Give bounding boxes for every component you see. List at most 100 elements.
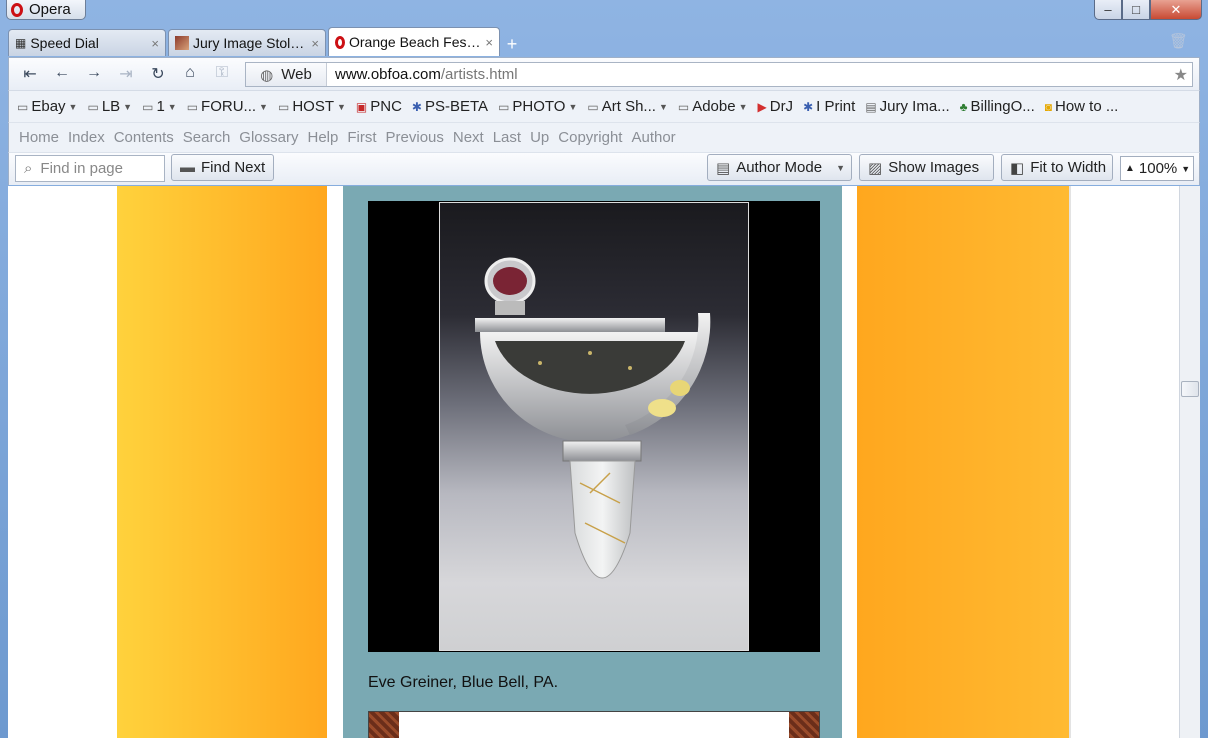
- bookmark-label: PS-BETA: [424, 98, 489, 115]
- chevron-down-icon[interactable]: ▼: [337, 102, 346, 112]
- page-icon: ▤: [865, 99, 877, 114]
- tab-orange-beach[interactable]: Orange Beach Fest... ×: [328, 27, 500, 56]
- bookmark-item[interactable]: ▶ DrJ: [758, 98, 794, 115]
- rewind-icon[interactable]: ⇤: [19, 64, 41, 84]
- cup-icon: ◙: [1044, 99, 1052, 114]
- chevron-down-icon[interactable]: ▼: [123, 102, 132, 112]
- next-artwork-photo[interactable]: [368, 711, 820, 738]
- artwork-photo[interactable]: [368, 201, 820, 652]
- address-field[interactable]: ◍ Web www.obfoa.com/artists.html ★: [245, 62, 1193, 87]
- vertical-scrollbar[interactable]: [1179, 186, 1200, 738]
- tab-close-icon[interactable]: ×: [485, 35, 493, 50]
- nav-link-glossary[interactable]: Glossary: [239, 129, 298, 146]
- fit-to-width-button[interactable]: ◧ Fit to Width: [1001, 154, 1113, 181]
- nav-link-up[interactable]: Up: [530, 129, 549, 146]
- bookmark-star-icon[interactable]: ★: [1174, 65, 1192, 85]
- key-icon[interactable]: ⚿: [211, 64, 233, 84]
- chevron-down-icon[interactable]: ▼: [568, 102, 577, 112]
- bookmark-item[interactable]: ▭ PHOTO ▼: [498, 98, 577, 115]
- chevron-down-icon[interactable]: ▼: [659, 102, 668, 112]
- fast-forward-icon[interactable]: ⇥: [115, 64, 137, 84]
- folder-icon: ▭: [498, 99, 510, 114]
- forward-icon[interactable]: →: [83, 64, 105, 84]
- bookmark-item[interactable]: ▭ Art Sh... ▼: [587, 98, 667, 115]
- bookmark-label: FORU...: [201, 98, 257, 115]
- home-icon[interactable]: ⌂: [179, 64, 201, 84]
- find-placeholder: Find in page: [40, 160, 123, 177]
- bookmark-label: Jury Ima...: [879, 98, 950, 115]
- tab-jury-image[interactable]: Jury Image Stolen ... ×: [168, 29, 326, 56]
- nav-link-previous[interactable]: Previous: [386, 129, 444, 146]
- bookmark-item[interactable]: ▭ Ebay ▼: [17, 98, 77, 115]
- bookmark-item[interactable]: ▭ FORU... ▼: [187, 98, 268, 115]
- bookmark-item[interactable]: ♣ BillingO...: [960, 98, 1035, 115]
- new-tab-button[interactable]: +: [502, 32, 522, 56]
- chevron-down-icon[interactable]: ▼: [69, 102, 78, 112]
- author-mode-button[interactable]: ▤ Author Mode ▼: [707, 154, 852, 181]
- bookmark-item[interactable]: ▤ Jury Ima...: [865, 98, 949, 115]
- maximize-button[interactable]: □: [1122, 0, 1150, 20]
- bookmark-item[interactable]: ▭ HOST ▼: [278, 98, 346, 115]
- bookmark-item[interactable]: ▭ 1 ▼: [142, 98, 177, 115]
- bookmark-label: BillingO...: [970, 98, 1035, 115]
- nav-link-index[interactable]: Index: [68, 129, 105, 146]
- bookmark-item[interactable]: ✱ PS-BETA: [412, 98, 488, 115]
- find-next-label: Find Next: [201, 159, 266, 176]
- scrollbar-thumb[interactable]: [1181, 381, 1199, 397]
- folder-icon: ▭: [186, 99, 199, 114]
- folder-icon: ▭: [17, 99, 29, 114]
- bookmark-label: PHOTO: [512, 98, 566, 115]
- bookmark-label: Adobe: [692, 98, 736, 115]
- nav-link-search[interactable]: Search: [183, 129, 231, 146]
- fit-width-icon: ◧: [1010, 159, 1025, 177]
- document-icon: ▤: [716, 159, 731, 177]
- bookmark-item[interactable]: ▣ PNC: [356, 98, 402, 115]
- back-icon[interactable]: ←: [51, 64, 73, 84]
- page-viewport: Eve Greiner, Blue Bell, PA.: [8, 186, 1179, 738]
- bookmark-label: DrJ: [769, 98, 794, 115]
- find-in-page-input[interactable]: ⌕ Find in page: [15, 155, 165, 182]
- nav-link-copyright[interactable]: Copyright: [558, 129, 622, 146]
- close-window-button[interactable]: ✕: [1150, 0, 1202, 20]
- bookmark-label: I Print: [816, 98, 856, 115]
- web-security-button[interactable]: ◍ Web: [246, 63, 327, 86]
- right-orange-panel: [857, 186, 1069, 738]
- find-next-button[interactable]: ▬ Find Next: [171, 154, 275, 181]
- nav-link-author[interactable]: Author: [631, 129, 675, 146]
- chevron-down-icon[interactable]: ▼: [259, 102, 268, 112]
- minimize-button[interactable]: –: [1094, 0, 1122, 20]
- tab-speed-dial[interactable]: ▦ Speed Dial ×: [8, 29, 166, 56]
- trash-icon[interactable]: 🗑: [1169, 32, 1188, 50]
- artist-caption: Eve Greiner, Blue Bell, PA.: [368, 674, 559, 691]
- opera-menu-button[interactable]: Opera: [6, 0, 86, 20]
- chevron-down-icon[interactable]: ▼: [168, 102, 177, 112]
- bead-chain-right: [789, 712, 819, 738]
- tab-close-icon[interactable]: ×: [311, 36, 319, 51]
- nav-link-contents[interactable]: Contents: [114, 129, 174, 146]
- tab-label: Jury Image Stolen ...: [193, 35, 307, 51]
- chevron-down-icon[interactable]: ▼: [739, 102, 748, 112]
- bookmark-label: Ebay: [31, 98, 66, 115]
- reload-icon[interactable]: ↻: [147, 64, 169, 84]
- tab-label: Orange Beach Fest...: [349, 34, 482, 50]
- chevron-down-icon: ▼: [1181, 163, 1191, 174]
- nav-link-help[interactable]: Help: [307, 129, 338, 146]
- bookmark-item[interactable]: ▭ Adobe ▼: [678, 98, 748, 115]
- bookmark-item[interactable]: ✱ I Print: [803, 98, 855, 115]
- tab-label: Speed Dial: [30, 35, 99, 51]
- nav-link-next[interactable]: Next: [453, 129, 484, 146]
- zoom-select[interactable]: ▲ 100% ▼: [1120, 156, 1194, 181]
- nav-link-home[interactable]: Home: [19, 129, 59, 146]
- bookmark-item[interactable]: ▭ LB ▼: [87, 98, 132, 115]
- nav-link-last[interactable]: Last: [493, 129, 521, 146]
- bookmark-item[interactable]: ◙ How to ...: [1045, 98, 1119, 115]
- bookmark-label: PNC: [370, 98, 402, 115]
- show-images-button[interactable]: ▨ Show Images: [859, 154, 994, 181]
- find-toolbar: ⌕ Find in page ▬ Find Next ▤ Author Mode…: [8, 152, 1200, 185]
- pendant-illustration: [475, 257, 711, 579]
- zoom-value: 100%: [1138, 160, 1178, 177]
- nav-link-first[interactable]: First: [347, 129, 376, 146]
- browser-window: Opera – □ ✕ ▦ Speed Dial × Jury Image St…: [0, 0, 1208, 738]
- url-text[interactable]: www.obfoa.com/artists.html: [327, 66, 1174, 83]
- tab-close-icon[interactable]: ×: [151, 36, 159, 51]
